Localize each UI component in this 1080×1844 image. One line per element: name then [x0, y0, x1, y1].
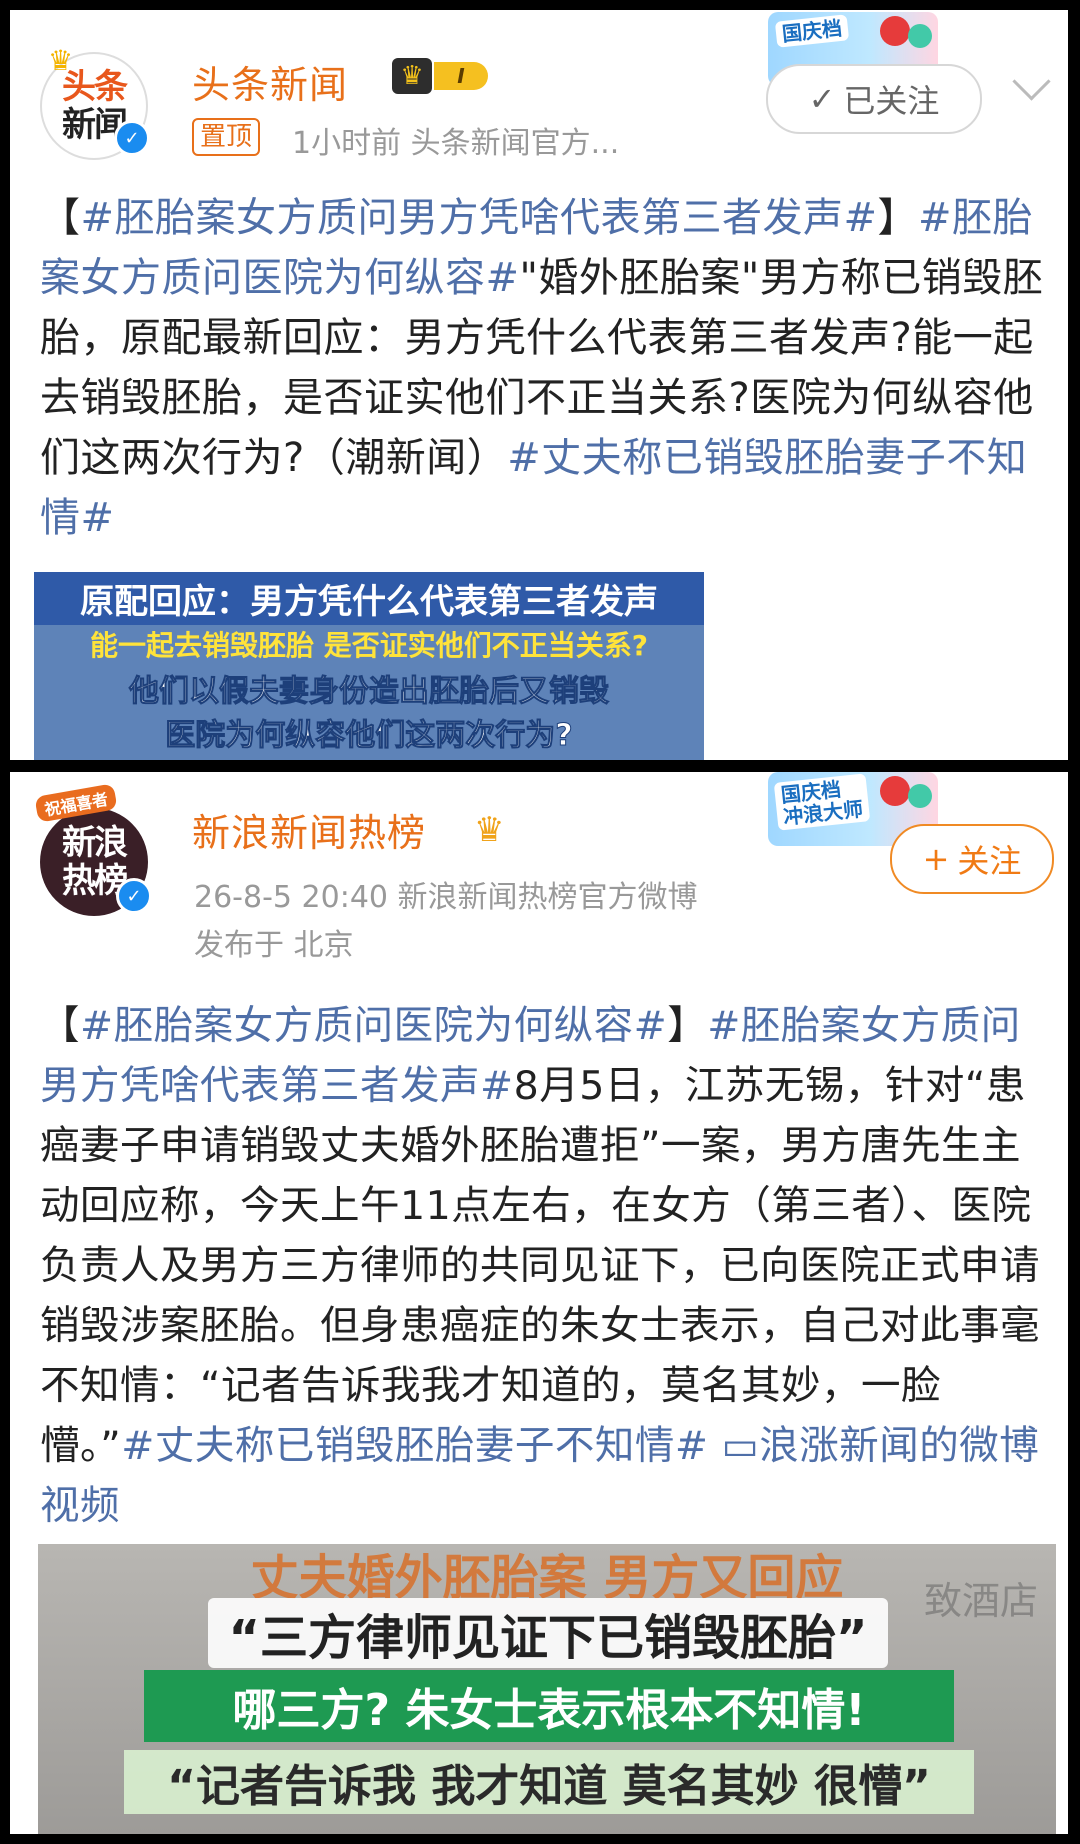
avatar-ribbon: 祝福喜者: [34, 783, 118, 823]
avatar[interactable]: 祝福喜者 新浪 热榜 ✓: [34, 783, 152, 916]
text-segment: 8月5日，江苏无锡，针对“患癌妻子申请销毁丈夫婚外胚胎遭拒”一案，男方唐先生主动…: [40, 1063, 1040, 1469]
followed-button[interactable]: ✓ 已关注: [766, 64, 982, 134]
text-segment: 【: [40, 195, 81, 241]
hashtag-link[interactable]: #胚胎案女方质问男方凭啥代表第三者发声#: [81, 195, 878, 241]
post-video[interactable]: 致酒店 丈夫婚外胚胎案 男方又回应 “三方律师见证下已销毁胚胎” 哪三方? 朱女…: [38, 1544, 1056, 1834]
banner-text: 国庆档 冲浪大师: [773, 773, 871, 831]
text-segment: 【: [40, 1003, 80, 1049]
mascot-icon: [908, 784, 932, 808]
account-name[interactable]: 新浪新闻热榜: [192, 802, 426, 857]
image-caption: 原配回应：男方凭什么代表第三者发声: [34, 572, 704, 625]
check-icon: ✓: [808, 80, 836, 118]
level-label: I: [434, 62, 488, 90]
mascot-icon: [908, 24, 932, 48]
avatar-text-top: 新浪: [62, 823, 128, 863]
post-meta: 1小时前 头条新闻官方...: [292, 126, 620, 161]
image-caption: 医院为何纵容他们这两次行为?: [165, 718, 573, 754]
avatar[interactable]: 头条 新闻 ♛ ✓: [40, 44, 150, 160]
crown-icon[interactable]: ♛: [474, 810, 504, 850]
crown-icon: ♛: [392, 58, 432, 94]
chevron-down-icon[interactable]: [1012, 62, 1051, 101]
image-caption: 能一起去销毁胚胎 是否证实他们不正当关系?: [90, 629, 648, 662]
image-caption: 他们以假夫妻身份造出胚胎后又销毁: [129, 674, 610, 710]
hashtag-link[interactable]: #胚胎案女方质问医院为何纵容#: [80, 1003, 667, 1049]
mascot-icon: [880, 16, 910, 46]
post-text: 【#胚胎案女方质问医院为何纵容#】#胚胎案女方质问男方凭啥代表第三者发声#8月5…: [40, 996, 1050, 1536]
verified-icon: ✓: [114, 120, 150, 156]
hashtag-link[interactable]: #丈夫称已销毁胚胎妻子不知情#: [121, 1423, 708, 1469]
post-meta: 26-8-5 20:40 新浪新闻热榜官方微博: [194, 880, 698, 915]
text-segment: 】: [667, 1003, 708, 1049]
video-caption: “记者告诉我 我才知道 莫名其妙 很懵”: [124, 1750, 974, 1814]
level-badge[interactable]: ♛ I: [392, 58, 502, 94]
crown-icon: ♛: [48, 44, 74, 77]
post-image[interactable]: 原配回应：男方凭什么代表第三者发声 能一起去销毁胚胎 是否证实他们不正当关系? …: [34, 572, 704, 760]
follow-label: 关注: [957, 842, 1022, 880]
post-location: 发布于 北京: [194, 928, 354, 963]
post-text: 【#胚胎案女方质问男方凭啥代表第三者发声#】#胚胎案女方质问医院为何纵容#"婚外…: [40, 188, 1050, 548]
followed-label: 已关注: [843, 82, 940, 120]
post-card-2: 祝福喜者 新浪 热榜 ✓ 新浪新闻热榜 ♛ 26-8-5 20:40 新浪新闻热…: [10, 772, 1068, 1834]
video-caption: “三方律师见证下已销毁胚胎”: [208, 1598, 888, 1668]
text-segment: 】: [877, 195, 919, 241]
pinned-badge: 置顶: [192, 118, 261, 156]
verified-icon: ✓: [116, 878, 152, 914]
banner-text: 国庆档: [774, 14, 850, 48]
account-name[interactable]: 头条新闻: [192, 54, 348, 109]
video-caption: 哪三方? 朱女士表示根本不知情!: [144, 1670, 954, 1742]
follow-button[interactable]: + 关注: [890, 824, 1054, 894]
mascot-icon: [880, 776, 910, 806]
post-card-1: 头条 新闻 ♛ ✓ 头条新闻 ♛ I 置顶 1小时前 头条新闻官方... 国庆档…: [10, 10, 1068, 760]
plus-icon: +: [922, 840, 950, 878]
